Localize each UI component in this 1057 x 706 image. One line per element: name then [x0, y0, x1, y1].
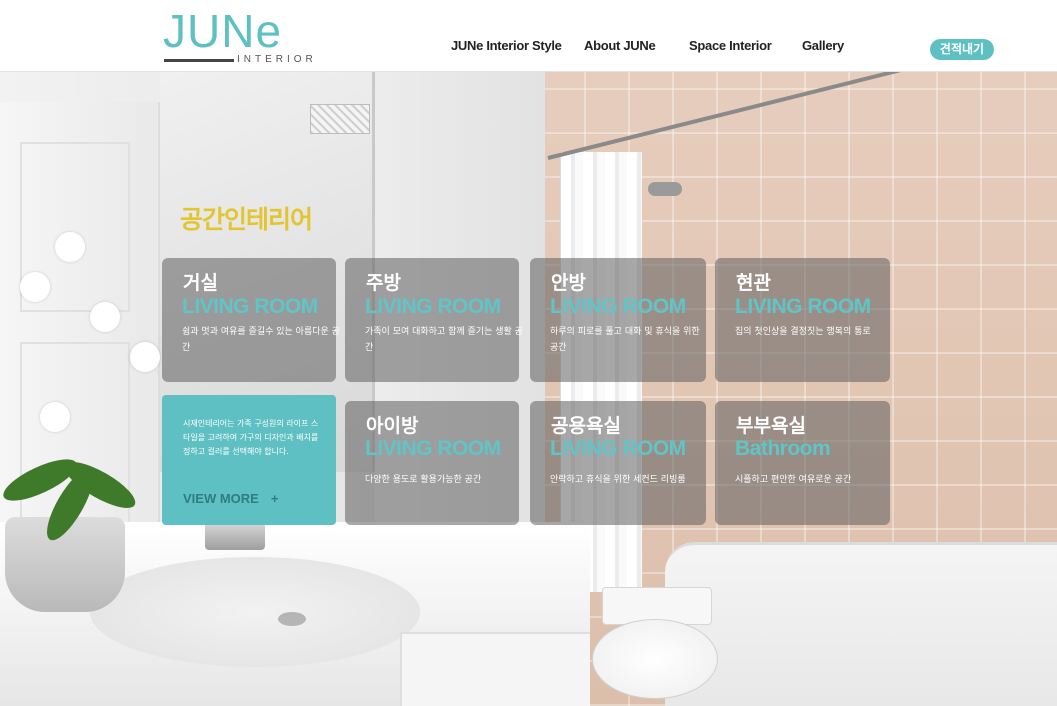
nav-space-interior[interactable]: Space Interior [689, 38, 772, 53]
card-description: 다양한 용도로 활용가능한 공간 [365, 475, 482, 485]
logo-subtitle: INTERIOR [237, 54, 317, 65]
card-description: 쉼과 멋과 여유를 즐길수 있는 아름다운 공간 [182, 327, 340, 353]
card-kids-room[interactable]: 아이방 LIVING ROOM 다양한 용도로 활용가능한 공간 [345, 401, 519, 525]
card-subtitle: LIVING ROOM [735, 295, 871, 318]
card-master-bathroom[interactable]: 부부욕실 Bathroom 시플하고 편안한 여유로운 공간 [715, 401, 890, 525]
orchid-flower [55, 232, 85, 262]
card-description: 시플하고 편안한 여유로운 공간 [735, 475, 852, 485]
sink [90, 557, 420, 667]
orchid-flower [130, 342, 160, 372]
hero-background [0, 72, 1057, 706]
logo[interactable]: JUNe INTERIOR [163, 6, 343, 68]
toilet [590, 587, 720, 706]
card-kitchen[interactable]: 주방 LIVING ROOM 가족이 모여 대화하고 함께 즐기는 생활 공간 [345, 258, 523, 382]
view-more-button[interactable]: VIEW MORE + [183, 491, 278, 506]
card-title: 주방 [366, 272, 401, 294]
card-description: 하루의 피로를 풀고 대화 및 휴식을 위한 공간 [550, 327, 700, 353]
card-subtitle: LIVING ROOM [182, 295, 318, 318]
quote-button[interactable]: 견적내기 [930, 39, 994, 60]
view-more-label: VIEW MORE [183, 491, 259, 506]
card-description: 집의 첫인상을 결정짓는 행복의 통로 [735, 327, 871, 337]
promo-text: 시재인테리어는 가족 구성원의 라이프 스타일을 고려하여 가구의 디자인과 배… [183, 419, 319, 456]
orchid-flower [20, 272, 50, 302]
shower-head [648, 182, 682, 196]
nav-gallery[interactable]: Gallery [802, 38, 844, 53]
card-description: 가족이 모여 대화하고 함께 즐기는 생활 공간 [365, 327, 523, 353]
site-header: JUNe INTERIOR JUNe Interior Style About … [0, 0, 1057, 72]
nav-june-interior-style[interactable]: JUNe Interior Style [451, 38, 562, 53]
nav-about-june[interactable]: About JUNe [584, 38, 656, 53]
cabinet [400, 632, 590, 706]
bathtub [665, 542, 1057, 706]
orchid-flower [40, 402, 70, 432]
logo-wordmark: JUNe [163, 5, 283, 57]
card-description: 안락하고 휴식을 위한 세컨드 리빙룸 [550, 475, 686, 485]
card-title: 공용욕실 [551, 415, 621, 437]
toilet-lid [592, 619, 718, 699]
card-title: 안방 [551, 272, 586, 294]
card-title: 거실 [183, 272, 218, 294]
section-title: 공간인테리어 [180, 205, 313, 234]
card-entrance[interactable]: 현관 LIVING ROOM 집의 첫인상을 결정짓는 행복의 통로 [715, 258, 890, 382]
faucet [205, 522, 265, 550]
card-title: 부부욕실 [736, 415, 806, 437]
card-living-room[interactable]: 거실 LIVING ROOM 쉼과 멋과 여유를 즐길수 있는 아름다운 공간 [162, 258, 340, 382]
card-subtitle: LIVING ROOM [550, 295, 686, 318]
card-subtitle: Bathroom [735, 437, 831, 460]
card-subtitle: LIVING ROOM [550, 437, 686, 460]
orchid-flower [90, 302, 120, 332]
card-title: 아이방 [366, 415, 419, 437]
drain [278, 612, 306, 626]
card-title: 현관 [736, 272, 771, 294]
card-master-bedroom[interactable]: 안방 LIVING ROOM 하루의 피로를 풀고 대화 및 휴식을 위한 공간 [530, 258, 706, 382]
promo-card: 시재인테리어는 가족 구성원의 라이프 스타일을 고려하여 가구의 디자인과 배… [162, 395, 336, 525]
logo-rule [164, 59, 234, 62]
plus-icon: + [270, 491, 279, 506]
card-subtitle: LIVING ROOM [365, 295, 501, 318]
card-subtitle: LIVING ROOM [365, 437, 501, 460]
card-common-bathroom[interactable]: 공용욕실 LIVING ROOM 안락하고 휴식을 위한 세컨드 리빙룸 [530, 401, 706, 525]
vent [310, 104, 370, 134]
